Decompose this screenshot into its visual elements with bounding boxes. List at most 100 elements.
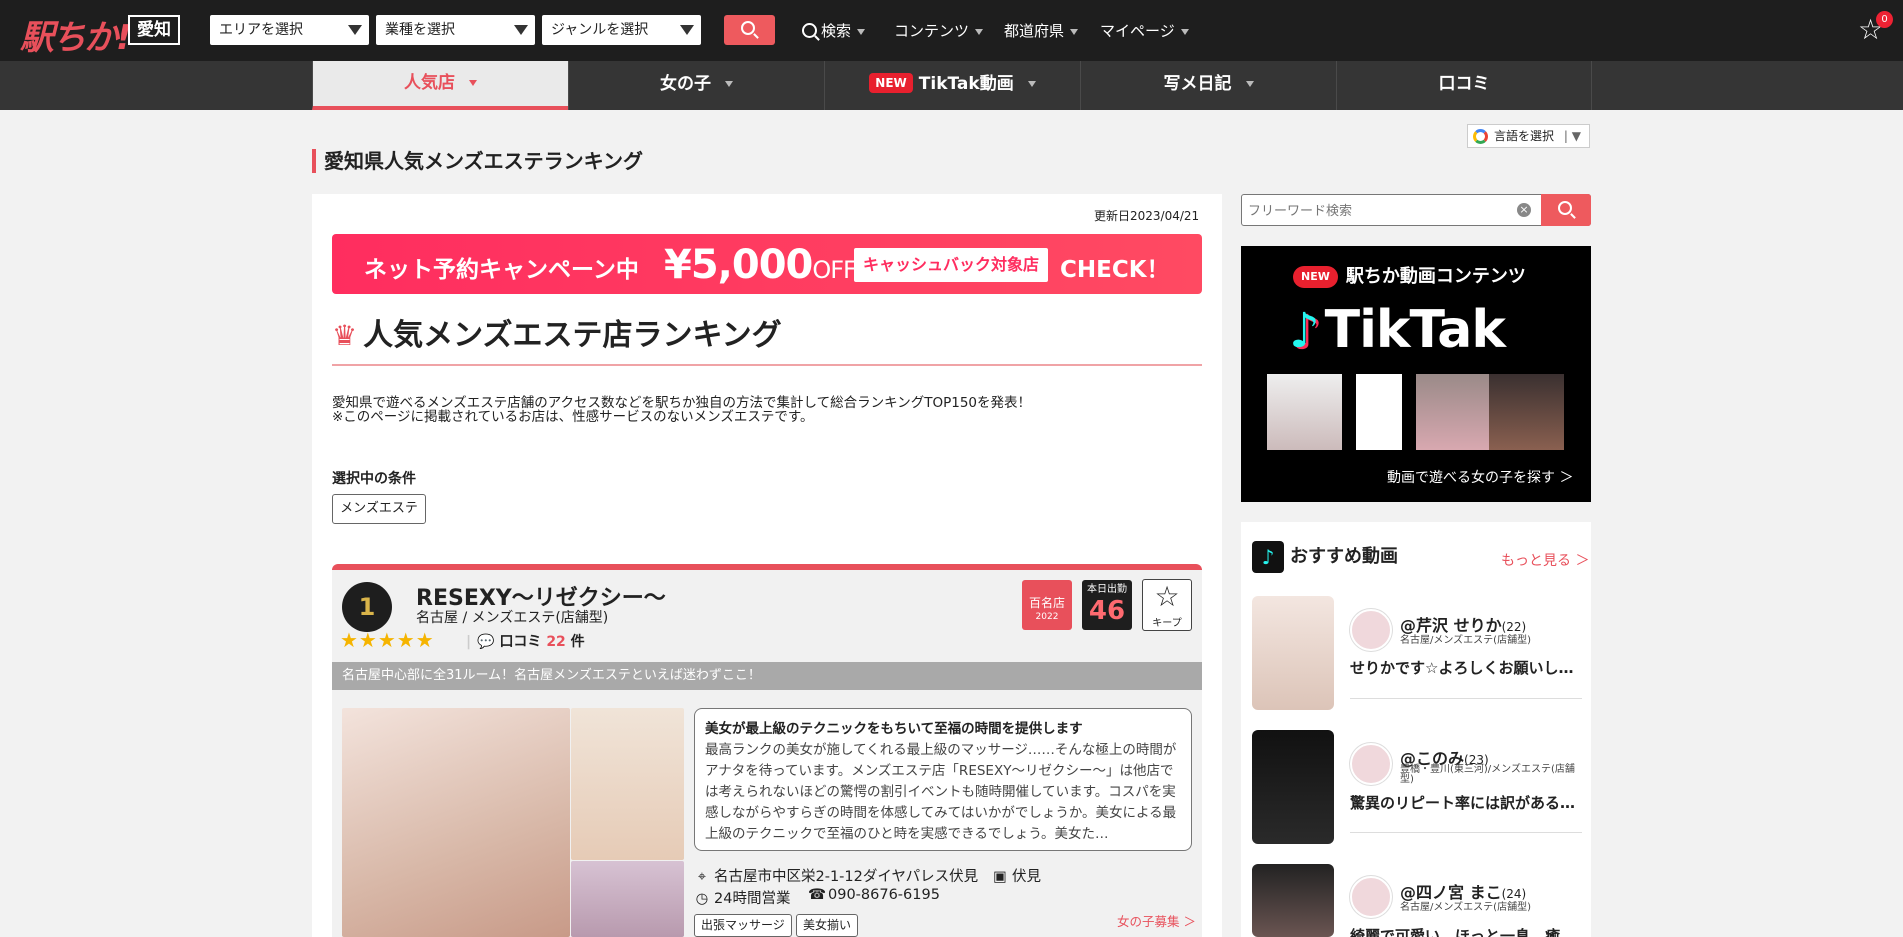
- today-working-badge[interactable]: 本日出勤 46: [1082, 580, 1132, 630]
- avatar[interactable]: [1350, 609, 1392, 651]
- keep-label: キープ: [1152, 618, 1182, 629]
- tab-tiktak-videos[interactable]: NEW TikTak動画: [824, 61, 1080, 110]
- category-nav: 人気店 女の子 NEW TikTak動画 写メ日記 口コミ: [0, 61, 1903, 110]
- review-unit: 件: [570, 634, 585, 650]
- ranking-title: ♛ 人気メンズエステ店ランキング: [332, 310, 782, 354]
- search-icon: [1558, 201, 1572, 215]
- shop-description: 美女が最上級のテクニックをもちいて至福の時間を提供します 最高ランクの美女が施し…: [694, 708, 1192, 851]
- tab-label: 人気店: [404, 73, 455, 93]
- nav-search[interactable]: 検索: [802, 20, 866, 41]
- chevron-down-icon: [1027, 81, 1036, 87]
- prefecture-badge[interactable]: 愛知: [128, 15, 180, 45]
- map-pin-icon: ⌖: [697, 869, 707, 885]
- header-search-button[interactable]: [724, 15, 775, 45]
- video-caption[interactable]: 綺麗で可愛い、ほっと一息、癒し…: [1350, 925, 1580, 937]
- chevron-down-icon: [348, 25, 362, 35]
- tab-reviews[interactable]: 口コミ: [1336, 61, 1592, 110]
- tiktak-thumbnail: [1416, 374, 1491, 450]
- video-author[interactable]: @芹沢 せりか(22): [1400, 612, 1526, 636]
- chevron-down-icon: [1180, 28, 1189, 35]
- area-select[interactable]: エリアを選択: [210, 15, 369, 45]
- chevron-down-icon: | ▼: [1563, 129, 1581, 143]
- page-title: 愛知県人気メンズエステランキング: [312, 149, 643, 173]
- campaign-banner[interactable]: ネット予約キャンペーン中 ¥5,000OFF キャッシュバック対象店 CHECK…: [332, 234, 1202, 294]
- divider: [1350, 832, 1582, 833]
- shop-catchcopy: 名古屋中心部に全31ルーム！名古屋メンズエステといえば迷わずここ！: [332, 662, 1202, 690]
- industry-select-label: 業種を選択: [385, 22, 455, 38]
- avatar[interactable]: [1350, 876, 1392, 918]
- video-thumbnail[interactable]: [1252, 596, 1334, 710]
- hyakumeiten-badge: 百名店 2022: [1022, 580, 1072, 630]
- video-caption[interactable]: せりかです☆よろしくお願いします: [1350, 657, 1580, 678]
- top-bar: 駅ちか! 愛知 エリアを選択 業種を選択 ジャンルを選択 検索 コンテンツ 都道…: [0, 0, 1903, 61]
- author-age: (24): [1501, 887, 1527, 901]
- review-link[interactable]: | 💬 口コミ 22 件: [466, 631, 585, 651]
- shop-photo-sub-2[interactable]: [571, 861, 684, 937]
- chevron-down-icon: [680, 25, 694, 35]
- avatar[interactable]: [1350, 743, 1392, 785]
- description-line-1: 愛知県で遊べるメンズエステ店舗のアクセス数などを駅ちか独自の方法で集計して総合ラ…: [332, 395, 1032, 411]
- tab-popular-shops[interactable]: 人気店: [312, 61, 568, 110]
- cashback-label: キャッシュバック対象店: [854, 248, 1048, 282]
- freeword-search-input[interactable]: [1248, 200, 1518, 220]
- tiktak-heading-text: 駅ちか動画コンテンツ: [1345, 266, 1526, 287]
- tiktak-thumbnail: [1267, 374, 1342, 450]
- shop-tag[interactable]: 美女揃い: [796, 914, 859, 937]
- chevron-down-icon: [975, 28, 984, 35]
- review-count: 22: [546, 634, 566, 650]
- tiktak-promo-banner[interactable]: NEW 駅ちか動画コンテンツ ♪ TikTak 動画で遊べる女の子を探す ＞: [1241, 246, 1591, 502]
- ranking-title-text: 人気メンズエステ店ランキング: [363, 318, 782, 353]
- star-outline-icon: ☆: [1154, 580, 1180, 613]
- language-select[interactable]: 言語を選択 | ▼: [1467, 124, 1590, 148]
- tab-label: 女の子: [660, 74, 711, 94]
- video-author[interactable]: @四ノ宮 まこ(24): [1400, 879, 1526, 903]
- industry-select[interactable]: 業種を選択: [376, 15, 535, 45]
- language-select-label: 言語を選択: [1494, 129, 1555, 143]
- recruit-link[interactable]: 女の子募集 ＞: [1117, 911, 1196, 930]
- recommended-more-link[interactable]: もっと見る ＞: [1501, 550, 1589, 570]
- keep-button[interactable]: ☆ キープ: [1142, 579, 1192, 631]
- new-badge: NEW: [1293, 266, 1338, 288]
- shop-station: ▣ 伏見: [992, 865, 1041, 886]
- tiktak-logo-text: TikTak: [1324, 300, 1506, 360]
- campaign-text: ネット予約キャンペーン中: [364, 257, 639, 283]
- video-thumbnail[interactable]: [1252, 864, 1334, 937]
- shop-tag[interactable]: 出張マッサージ: [694, 914, 792, 937]
- author-name: @四ノ宮 まこ: [1400, 883, 1502, 902]
- chevron-down-icon: [857, 28, 866, 35]
- clear-icon[interactable]: ×: [1517, 203, 1531, 217]
- author-category: 名古屋/メンズエステ(店舗型): [1400, 902, 1531, 913]
- rating-stars: ★★★★★: [340, 628, 435, 652]
- nav-prefectures-label: 都道府県: [1004, 22, 1065, 40]
- tiktak-icon: ♪: [1252, 541, 1284, 573]
- nav-mypage[interactable]: マイページ: [1100, 20, 1189, 41]
- shop-address: ⌖ 名古屋市中区栄2-1-12ダイヤパレス伏見: [694, 865, 978, 886]
- today-working-label: 本日出勤: [1087, 584, 1127, 595]
- author-category: 名古屋/メンズエステ(店舗型): [1400, 635, 1531, 646]
- description-heading: 美女が最上級のテクニックをもちいて至福の時間を提供します: [705, 721, 1083, 737]
- nav-search-label: 検索: [821, 22, 852, 40]
- divider: [1350, 698, 1582, 699]
- comment-icon: 💬: [477, 634, 495, 650]
- tiktak-more-link[interactable]: 動画で遊べる女の子を探す ＞: [1387, 467, 1573, 487]
- today-working-count: 46: [1088, 596, 1126, 626]
- shop-phone[interactable]: ☎ 090-8676-6195: [808, 887, 940, 903]
- shop-hours: ◷ 24時間営業: [694, 887, 791, 908]
- tab-girls[interactable]: 女の子: [568, 61, 824, 110]
- nav-prefectures[interactable]: 都道府県: [1004, 20, 1079, 41]
- recommended-title: ♪ おすすめ動画: [1252, 541, 1398, 573]
- shop-photo-sub-1[interactable]: [571, 708, 684, 860]
- freeword-search-button[interactable]: [1541, 194, 1591, 226]
- genre-select[interactable]: ジャンルを選択: [542, 15, 701, 45]
- nav-contents[interactable]: コンテンツ: [894, 20, 984, 41]
- site-logo[interactable]: 駅ちか!: [20, 10, 132, 59]
- rank-number: 1: [342, 582, 392, 632]
- tab-photo-diary[interactable]: 写メ日記: [1080, 61, 1336, 110]
- review-label: 口コミ: [499, 634, 542, 650]
- shop-photo-main[interactable]: [342, 708, 570, 937]
- video-caption[interactable]: 驚異のリピート率には訳がある…: [1350, 792, 1580, 813]
- tab-label: 口コミ: [1438, 74, 1490, 94]
- campaign-amount: ¥5,000OFF: [664, 242, 857, 288]
- video-thumbnail[interactable]: [1252, 730, 1334, 844]
- condition-tag[interactable]: メンズエステ: [332, 494, 426, 524]
